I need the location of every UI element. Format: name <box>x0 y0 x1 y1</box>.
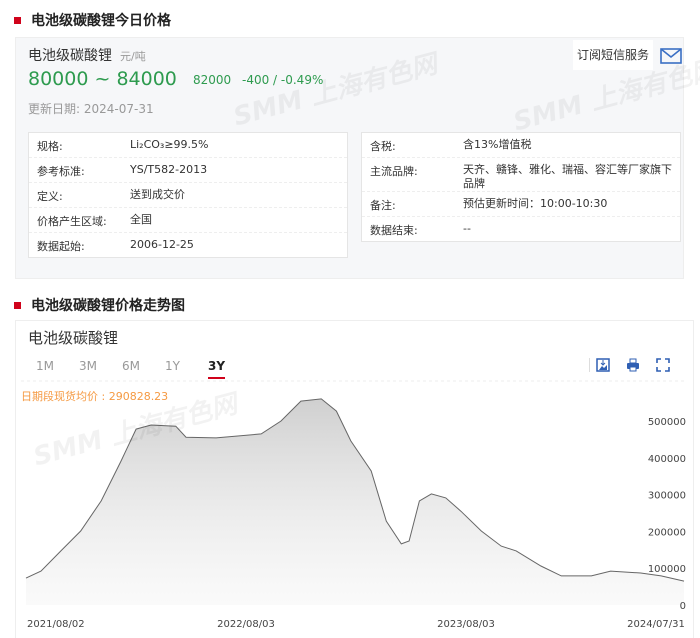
spec-value: Li₂CO₃≥99.5% <box>130 133 347 157</box>
spec-value: YS/T582-2013 <box>130 158 347 182</box>
chart-panel: 电池级碳酸锂 1M3M6M1Y3Y 日期段现货均价 : 290828.23 01… <box>15 320 694 638</box>
spec-value: 送到成交价 <box>130 183 347 207</box>
y-tick-label: 0 <box>680 601 686 612</box>
spec-key: 备注: <box>362 192 463 216</box>
spec-key: 主流品牌: <box>362 158 463 191</box>
unit: 元/吨 <box>120 50 146 63</box>
spec-value: 含13%增值税 <box>463 133 680 157</box>
spec-row: 数据起始:2006-12-25 <box>29 233 347 257</box>
spec-value: 全国 <box>130 208 347 232</box>
section-title-today: 电池级碳酸锂今日价格 <box>14 10 171 30</box>
spec-value: 天齐、赣锋、雅化、瑞福、容汇等厂家旗下品牌 <box>463 158 680 191</box>
spec-table-left: 规格:Li₂CO₃≥99.5%参考标准:YS/T582-2013定义:送到成交价… <box>28 132 348 258</box>
spec-table-right: 含税:含13%增值税主流品牌:天齐、赣锋、雅化、瑞福、容汇等厂家旗下品牌备注:预… <box>361 132 681 242</box>
x-tick-label: 2022/08/03 <box>217 619 275 630</box>
x-tick-label: 2021/08/02 <box>27 619 85 630</box>
spec-key: 数据结束: <box>362 217 463 241</box>
x-tick-label: 2023/08/03 <box>437 619 495 630</box>
spec-key: 定义: <box>29 183 130 207</box>
spec-row: 主流品牌:天齐、赣锋、雅化、瑞福、容汇等厂家旗下品牌 <box>362 158 680 192</box>
mid-price: 82000 <box>193 73 231 87</box>
spec-row: 数据结束:-- <box>362 217 680 241</box>
spec-row: 规格:Li₂CO₃≥99.5% <box>29 133 347 158</box>
spec-key: 数据起始: <box>29 233 130 257</box>
y-tick-label: 100000 <box>648 564 686 575</box>
price-range: 80000 ~ 84000 <box>28 68 177 90</box>
spec-key: 参考标准: <box>29 158 130 182</box>
spec-row: 参考标准:YS/T582-2013 <box>29 158 347 183</box>
spec-key: 规格: <box>29 133 130 157</box>
y-tick-label: 400000 <box>648 454 686 465</box>
spec-row: 定义:送到成交价 <box>29 183 347 208</box>
section-title-trend: 电池级碳酸锂价格走势图 <box>14 295 185 315</box>
spec-value: 2006-12-25 <box>130 233 347 257</box>
update-date: 更新日期: 2024-07-31 <box>28 100 154 117</box>
spec-row: 备注:预估更新时间：10:00-10:30 <box>362 192 680 217</box>
price-chart[interactable]: 0 100000 200000 300000 400000 500000 2021/08/0… <box>16 321 693 638</box>
spec-row: 价格产生区域:全国 <box>29 208 347 233</box>
spec-key: 价格产生区域: <box>29 208 130 232</box>
y-tick-label: 200000 <box>648 527 686 538</box>
subscribe-sms-button[interactable]: 订阅短信服务 <box>573 40 653 70</box>
spec-value: -- <box>463 217 680 241</box>
product-name: 电池级碳酸锂元/吨 <box>28 45 146 65</box>
x-tick-label: 2024/07/31 <box>627 619 685 630</box>
y-tick-label: 300000 <box>648 491 686 502</box>
spec-value: 预估更新时间：10:00-10:30 <box>463 192 680 216</box>
y-tick-label: 500000 <box>648 417 686 428</box>
spec-key: 含税: <box>362 133 463 157</box>
